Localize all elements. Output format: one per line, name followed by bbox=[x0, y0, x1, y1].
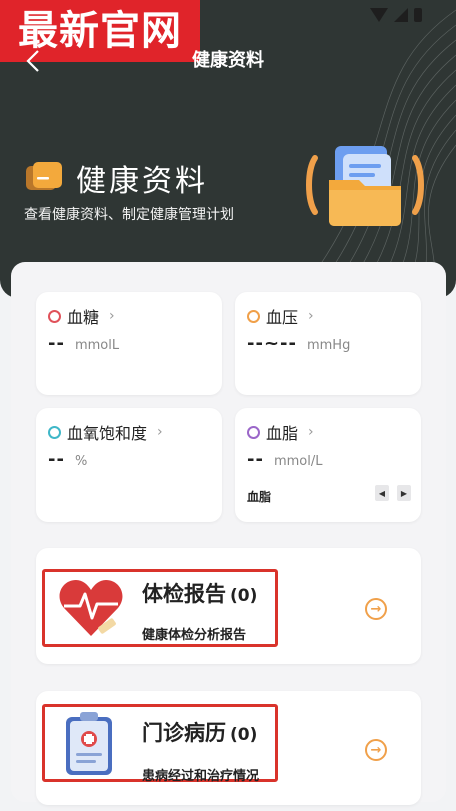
metric-unit: mmol/L bbox=[273, 454, 323, 469]
status-bar bbox=[370, 8, 422, 22]
chevron-right-icon: › bbox=[109, 308, 115, 324]
wifi-icon bbox=[370, 8, 388, 22]
chevron-right-icon: › bbox=[308, 308, 314, 324]
entry-count: (0) bbox=[230, 586, 258, 606]
hero-subtitle: 查看健康资料、制定健康管理计划 bbox=[24, 207, 234, 223]
arrow-right-icon[interactable]: → bbox=[365, 739, 387, 761]
entry-subtitle: 健康体检分析报告 bbox=[142, 628, 247, 643]
entry-title-text: 门诊病历 bbox=[142, 721, 226, 745]
blood-oxygen-indicator-icon bbox=[48, 425, 61, 439]
pager-next-button[interactable]: ▶ bbox=[397, 485, 411, 501]
chevron-right-icon: › bbox=[308, 424, 314, 440]
metric-unit: mmHg bbox=[306, 338, 351, 353]
page-title: 健康资料 bbox=[192, 50, 264, 71]
hero-title: 健康资料 bbox=[76, 164, 208, 199]
entry-title: 体检报告 (0) bbox=[142, 578, 257, 608]
heart-health-icon bbox=[59, 580, 123, 636]
entry-card-outpatient-record[interactable]: 门诊病历 (0) 患病经过和治疗情况 → bbox=[36, 691, 421, 805]
metric-value: --~-- bbox=[247, 333, 297, 354]
entry-title: 门诊病历 (0) bbox=[142, 717, 257, 747]
entry-card-exam-report[interactable]: 体检报告 (0) 健康体检分析报告 → bbox=[36, 548, 421, 664]
metric-card-blood-lipid[interactable]: 血脂 › -- mmol/L 血脂 ◀ ▶ bbox=[235, 408, 421, 522]
blood-pressure-indicator-icon bbox=[247, 309, 260, 323]
signal-icon bbox=[394, 8, 408, 22]
metric-unit: mmolL bbox=[74, 338, 120, 353]
lipid-type-label: 血脂 bbox=[247, 490, 272, 504]
metric-label: 血脂 bbox=[266, 424, 299, 443]
metric-card-blood-oxygen[interactable]: 血氧饱和度 › -- % bbox=[36, 408, 222, 522]
metric-label: 血压 bbox=[266, 308, 299, 327]
chevron-right-icon: › bbox=[157, 424, 163, 440]
metric-label: 血氧饱和度 bbox=[67, 424, 148, 443]
metric-unit: % bbox=[74, 454, 88, 469]
pager-prev-button[interactable]: ◀ bbox=[375, 485, 389, 501]
lipid-pager: ◀ ▶ bbox=[375, 485, 411, 501]
metric-label: 血糖 bbox=[67, 308, 100, 327]
metric-card-blood-pressure[interactable]: 血压 › --~-- mmHg bbox=[235, 292, 421, 395]
entry-count: (0) bbox=[230, 725, 258, 745]
blood-sugar-indicator-icon bbox=[48, 309, 61, 323]
entry-subtitle: 患病经过和治疗情况 bbox=[142, 769, 260, 784]
metric-value: -- bbox=[48, 333, 65, 354]
medical-record-icon bbox=[66, 712, 112, 775]
folder-small-icon bbox=[26, 162, 62, 190]
blood-lipid-indicator-icon bbox=[247, 425, 260, 439]
metric-value: -- bbox=[247, 449, 264, 470]
arrow-right-icon[interactable]: → bbox=[365, 598, 387, 620]
entry-title-text: 体检报告 bbox=[142, 582, 226, 606]
metric-card-blood-sugar[interactable]: 血糖 › -- mmolL bbox=[36, 292, 222, 395]
metric-value: -- bbox=[48, 449, 65, 470]
battery-icon bbox=[414, 8, 422, 22]
folder-documents-icon bbox=[306, 146, 424, 226]
